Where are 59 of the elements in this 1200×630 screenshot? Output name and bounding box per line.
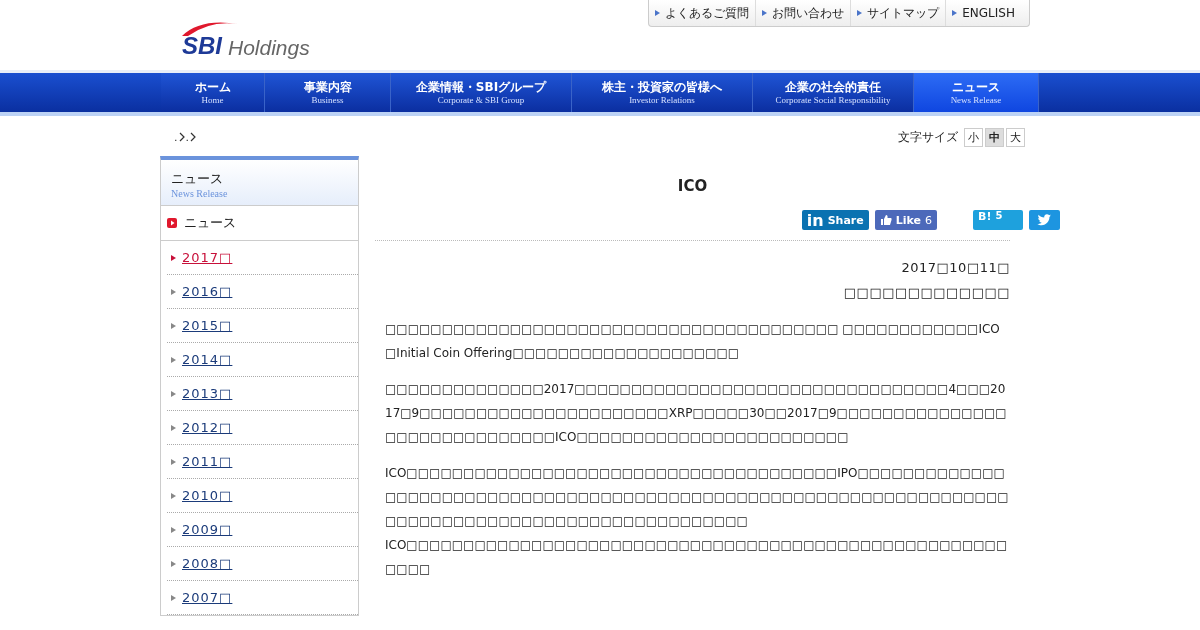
font-size-button[interactable]: 中 (985, 127, 1004, 147)
triangle-icon (171, 594, 176, 601)
thumbs-up-icon (879, 214, 892, 226)
nav-tab[interactable]: ニュース News Release (914, 73, 1039, 112)
year-link[interactable]: 2016□ (182, 284, 233, 299)
nav-tab[interactable]: 企業情報・SBIグループ Corporate & SBI Group (391, 73, 572, 112)
triangle-icon (171, 288, 176, 295)
nav-tab[interactable]: 企業の社会的責任 Corporate Social Responsibility (753, 73, 914, 112)
utility-link[interactable]: お問い合わせ (756, 0, 852, 26)
year-link[interactable]: 2015□ (182, 318, 233, 333)
facebook-like-button[interactable]: Like 6 (874, 210, 937, 230)
triangle-icon (171, 526, 176, 533)
article-author: □□□□□□□□□□□□□ (843, 284, 1010, 302)
play-icon (167, 218, 177, 228)
font-size-button[interactable]: 小 (964, 127, 983, 147)
font-size-label: 文字サイズ (898, 128, 958, 146)
triangle-icon (171, 458, 176, 465)
article-date: 2017□10□11□ (901, 259, 1010, 277)
triangle-icon (762, 10, 768, 16)
triangle-icon (171, 492, 176, 499)
nav-tab[interactable]: ホーム Home (161, 73, 265, 112)
logo-text: Holdings (228, 37, 310, 58)
year-link[interactable]: 2010□ (182, 488, 233, 503)
triangle-icon (171, 254, 176, 261)
nav-tab[interactable]: 株主・投資家の皆様へ Investor Relations (572, 73, 753, 112)
linkedin-share-button[interactable]: in Share (801, 210, 869, 230)
triangle-icon (655, 10, 661, 16)
year-link[interactable]: 2012□ (182, 420, 233, 435)
year-link[interactable]: 2017□ (182, 250, 233, 265)
triangle-icon (171, 356, 176, 363)
bird-icon (1037, 214, 1052, 226)
year-link[interactable]: 2007□ (182, 590, 233, 605)
nav-tab[interactable]: 事業内容 Business (265, 73, 391, 112)
article-paragraph: □□□□□□□□□□□□□□□□□□□□□□□□□□□□□□□□□□□□□□□□ □□□□□□□□□□□□ICO□Initial Coin Offering□□□□□□□□□□□□□□□□□□□□ (385, 321, 1001, 362)
article-title: ICO (676, 176, 709, 196)
year-link[interactable]: 2014□ (182, 352, 233, 367)
logo-mark: SBI (182, 34, 222, 58)
sidebar-title: ニュース (171, 170, 224, 188)
sidebar-section-link[interactable]: ニュース (184, 214, 236, 232)
triangle-icon (171, 322, 176, 329)
triangle-icon (171, 424, 176, 431)
utility-link[interactable]: ENGLISH (946, 0, 1029, 26)
year-link[interactable]: 2009□ (182, 522, 233, 537)
triangle-icon (952, 10, 958, 16)
twitter-button[interactable] (1029, 210, 1060, 230)
year-link[interactable]: 2008□ (182, 556, 233, 571)
year-link[interactable]: 2013□ (182, 386, 233, 401)
breadcrumb-link[interactable]: . (185, 130, 189, 144)
triangle-icon (857, 10, 863, 16)
utility-link[interactable]: サイトマップ (851, 0, 947, 26)
sidebar-subtitle: News Release (171, 188, 229, 199)
triangle-icon (171, 390, 176, 397)
utility-link[interactable]: よくあるご質問 (649, 0, 757, 26)
breadcrumb-link[interactable]: . (174, 130, 178, 144)
year-link[interactable]: 2011□ (182, 454, 233, 469)
article-paragraph: □□□□□□□□□□□□□□2017□□□□□□□□□□□□□□□□□□□□□□□□□□□□□□□□□4□□□2017□9□□□□□□□□□□□□□□□□□□□□□□XRP□□□□□30□□2017□9□□□□□□□□□□□□□□□□□□□□□□□□□□□□□□ICO□□□□□□□□□□□□□□□□□□□□□□□□ (385, 381, 1008, 446)
font-size-button[interactable]: 大 (1006, 127, 1025, 147)
article-paragraph: ICO□□□□□□□□□□□□□□□□□□□□□□□□□□□□□□□□□□□□□□IPO□□□□□□□□□□□□□□□□□□□□□□□□□□□□□□□□□□□□□□□□□□□□□□□□□□□□□□□□□□□□□□□□□□□□□□□□□□□□□□□□□□□□□□□□□□□□□□□□□□□□ ICO□□□□□□□□□□□□□□□□□□□□□□□□□□□□□□□□□□□□□□□□□□□□□□□□□□□□□□□□□ (385, 465, 1010, 578)
triangle-icon (171, 560, 176, 567)
